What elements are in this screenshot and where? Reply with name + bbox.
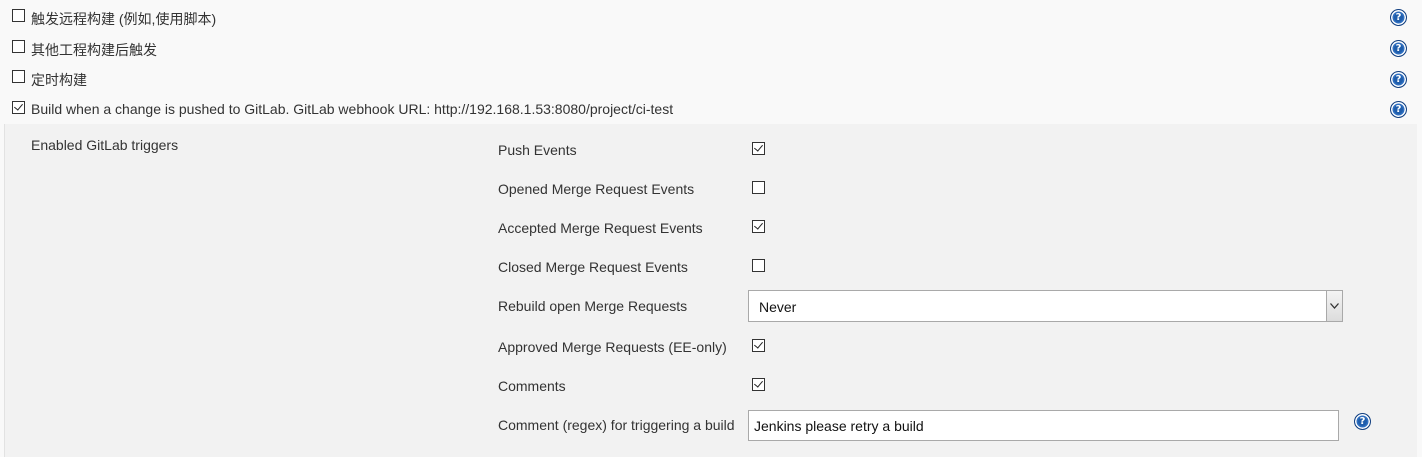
trigger-option-gitlab: Build when a change is pushed to GitLab.… [0,93,1422,123]
approved-mr-label: Approved Merge Requests (EE-only) [498,339,727,355]
periodic-build-checkbox[interactable] [12,70,25,83]
upstream-build-checkbox[interactable] [12,40,25,53]
upstream-build-label: 其他工程构建后触发 [31,42,157,58]
enabled-gitlab-triggers-label: Enabled GitLab triggers [31,137,179,153]
opened-mr-events-checkbox[interactable] [752,181,765,194]
closed-mr-events-label: Closed Merge Request Events [498,259,688,275]
help-icon[interactable]: ? [1390,101,1407,118]
comment-regex-input[interactable] [748,410,1339,441]
trigger-option-remote: 触发远程构建 (例如,使用脚本) ? [0,0,1422,30]
periodic-build-label: 定时构建 [31,72,87,88]
trigger-option-periodic: 定时构建 ? [0,62,1422,92]
remote-build-label: 触发远程构建 (例如,使用脚本) [31,11,217,27]
gitlab-push-label: Build when a change is pushed to GitLab.… [31,101,674,117]
help-icon[interactable]: ? [1390,9,1407,26]
accepted-mr-events-checkbox[interactable] [752,220,765,233]
approved-mr-checkbox[interactable] [752,339,765,352]
rebuild-open-mr-value: Never [759,299,797,315]
push-events-label: Push Events [498,142,577,158]
gitlab-push-checkbox[interactable] [12,101,25,114]
rebuild-open-mr-select[interactable]: Never [748,290,1343,322]
remote-build-checkbox[interactable] [12,9,25,22]
help-icon[interactable]: ? [1390,71,1407,88]
comments-label: Comments [498,378,566,394]
chevron-down-icon[interactable] [1326,291,1342,321]
push-events-checkbox[interactable] [752,142,765,155]
comments-checkbox[interactable] [752,378,765,391]
opened-mr-events-label: Opened Merge Request Events [498,181,695,197]
closed-mr-events-checkbox[interactable] [752,259,765,272]
comment-regex-label: Comment (regex) for triggering a build [498,417,735,433]
help-icon[interactable]: ? [1354,413,1371,430]
rebuild-open-mr-label: Rebuild open Merge Requests [498,298,688,314]
help-icon[interactable]: ? [1390,40,1407,57]
trigger-option-upstream: 其他工程构建后触发 ? [0,31,1422,61]
accepted-mr-events-label: Accepted Merge Request Events [498,220,703,236]
